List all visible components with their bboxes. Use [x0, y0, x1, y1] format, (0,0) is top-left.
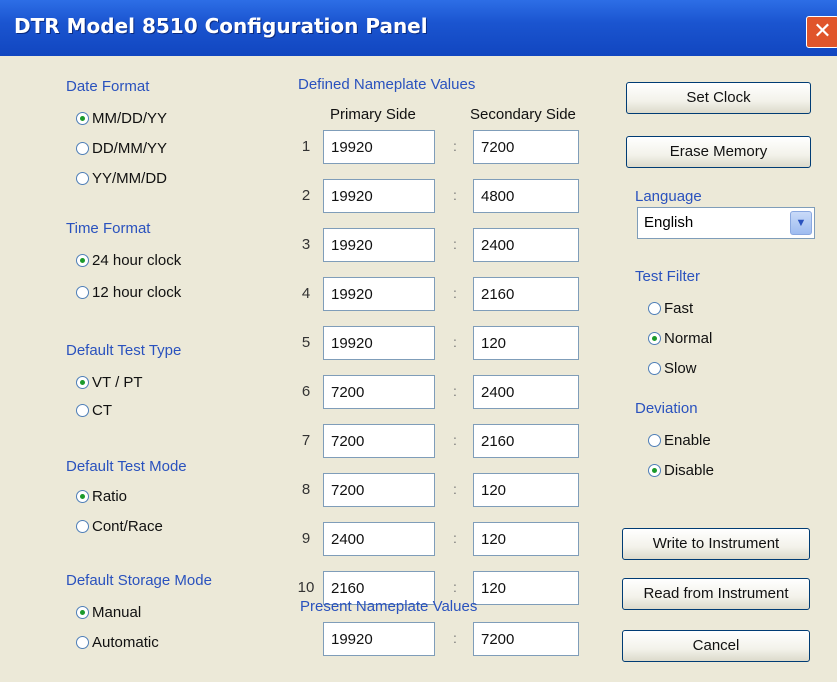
present-primary-field[interactable]: 19920 [323, 622, 435, 656]
row-number: 3 [301, 236, 311, 253]
primary-field[interactable]: 19920 [323, 228, 435, 262]
test-mode-label: Default Test Mode [66, 458, 187, 475]
present-secondary-field[interactable]: 7200 [473, 622, 579, 656]
radio-type-ct[interactable]: CT [76, 402, 112, 419]
radio-date-yymmdd[interactable]: YY/MM/DD [76, 170, 167, 187]
ratio-separator: : [453, 481, 457, 497]
radio-indicator [76, 520, 89, 533]
radio-indicator [76, 286, 89, 299]
ratio-separator: : [453, 383, 457, 399]
secondary-field[interactable]: 2160 [473, 277, 579, 311]
secondary-field[interactable]: 2400 [473, 228, 579, 262]
secondary-field[interactable]: 120 [473, 571, 579, 605]
client-area: Date Format MM/DD/YY DD/MM/YY YY/MM/DD T… [4, 56, 833, 678]
secondary-field[interactable]: 7200 [473, 130, 579, 164]
row-number: 1 [301, 138, 311, 155]
primary-field[interactable]: 19920 [323, 326, 435, 360]
radio-mode-ratio[interactable]: Ratio [76, 488, 127, 505]
primary-side-header: Primary Side [330, 106, 416, 123]
radio-indicator [76, 112, 89, 125]
ratio-separator: : [453, 236, 457, 252]
radio-indicator [76, 142, 89, 155]
radio-deviation-disable[interactable]: Disable [648, 462, 714, 479]
radio-type-vtpt[interactable]: VT / PT [76, 374, 143, 391]
ratio-separator: : [453, 579, 457, 595]
row-number: 8 [301, 481, 311, 498]
ratio-separator: : [453, 630, 457, 646]
radio-indicator [76, 490, 89, 503]
secondary-field[interactable]: 2400 [473, 375, 579, 409]
ratio-separator: : [453, 285, 457, 301]
ratio-separator: : [453, 334, 457, 350]
secondary-field[interactable]: 2160 [473, 424, 579, 458]
row-number: 2 [301, 187, 311, 204]
radio-storage-manual[interactable]: Manual [76, 604, 141, 621]
test-filter-label: Test Filter [635, 268, 701, 285]
storage-mode-label: Default Storage Mode [66, 572, 212, 589]
radio-deviation-enable[interactable]: Enable [648, 432, 711, 449]
close-button[interactable]: ✕ [806, 16, 837, 48]
radio-indicator [648, 434, 661, 447]
row-number: 10 [297, 579, 315, 596]
primary-field[interactable]: 7200 [323, 473, 435, 507]
radio-mode-contrace[interactable]: Cont/Race [76, 518, 163, 535]
title-bar[interactable]: DTR Model 8510 Configuration Panel ✕ [0, 0, 837, 56]
ratio-separator: : [453, 138, 457, 154]
language-value: English [644, 214, 694, 231]
date-format-label: Date Format [66, 78, 150, 95]
primary-field[interactable]: 2400 [323, 522, 435, 556]
ratio-separator: : [453, 187, 457, 203]
radio-indicator [648, 362, 661, 375]
dropdown-arrow-icon[interactable]: ▼ [790, 211, 812, 235]
radio-indicator [648, 332, 661, 345]
test-type-label: Default Test Type [66, 342, 182, 359]
language-select[interactable]: English ▼ [637, 207, 815, 239]
radio-date-mmddyy[interactable]: MM/DD/YY [76, 110, 167, 127]
config-window: DTR Model 8510 Configuration Panel ✕ Dat… [0, 0, 837, 682]
radio-filter-slow[interactable]: Slow [648, 360, 697, 377]
radio-storage-automatic[interactable]: Automatic [76, 634, 159, 651]
secondary-field[interactable]: 120 [473, 473, 579, 507]
secondary-side-header: Secondary Side [470, 106, 576, 123]
row-number: 4 [301, 285, 311, 302]
nameplate-label: Defined Nameplate Values [298, 76, 476, 93]
primary-field[interactable]: 19920 [323, 277, 435, 311]
time-format-label: Time Format [66, 220, 151, 237]
radio-indicator [76, 636, 89, 649]
secondary-field[interactable]: 4800 [473, 179, 579, 213]
deviation-label: Deviation [635, 400, 698, 417]
radio-date-ddmmyy[interactable]: DD/MM/YY [76, 140, 167, 157]
write-to-instrument-button[interactable]: Write to Instrument [622, 528, 810, 560]
present-nameplate-label: Present Nameplate Values [300, 598, 478, 615]
language-label: Language [635, 188, 702, 205]
radio-filter-normal[interactable]: Normal [648, 330, 712, 347]
ratio-separator: : [453, 530, 457, 546]
row-number: 5 [301, 334, 311, 351]
ratio-separator: : [453, 432, 457, 448]
row-number: 9 [301, 530, 311, 547]
radio-indicator [76, 606, 89, 619]
set-clock-button[interactable]: Set Clock [626, 82, 811, 114]
radio-indicator [76, 254, 89, 267]
radio-filter-fast[interactable]: Fast [648, 300, 693, 317]
radio-indicator [648, 464, 661, 477]
radio-time-12h[interactable]: 12 hour clock [76, 284, 181, 301]
secondary-field[interactable]: 120 [473, 326, 579, 360]
row-number: 7 [301, 432, 311, 449]
read-from-instrument-button[interactable]: Read from Instrument [622, 578, 810, 610]
erase-memory-button[interactable]: Erase Memory [626, 136, 811, 168]
radio-indicator [648, 302, 661, 315]
radio-indicator [76, 376, 89, 389]
primary-field[interactable]: 7200 [323, 424, 435, 458]
row-number: 6 [301, 383, 311, 400]
primary-field[interactable]: 19920 [323, 130, 435, 164]
cancel-button[interactable]: Cancel [622, 630, 810, 662]
radio-time-24h[interactable]: 24 hour clock [76, 252, 181, 269]
radio-indicator [76, 404, 89, 417]
window-title: DTR Model 8510 Configuration Panel [14, 14, 428, 38]
radio-indicator [76, 172, 89, 185]
secondary-field[interactable]: 120 [473, 522, 579, 556]
primary-field[interactable]: 19920 [323, 179, 435, 213]
primary-field[interactable]: 7200 [323, 375, 435, 409]
